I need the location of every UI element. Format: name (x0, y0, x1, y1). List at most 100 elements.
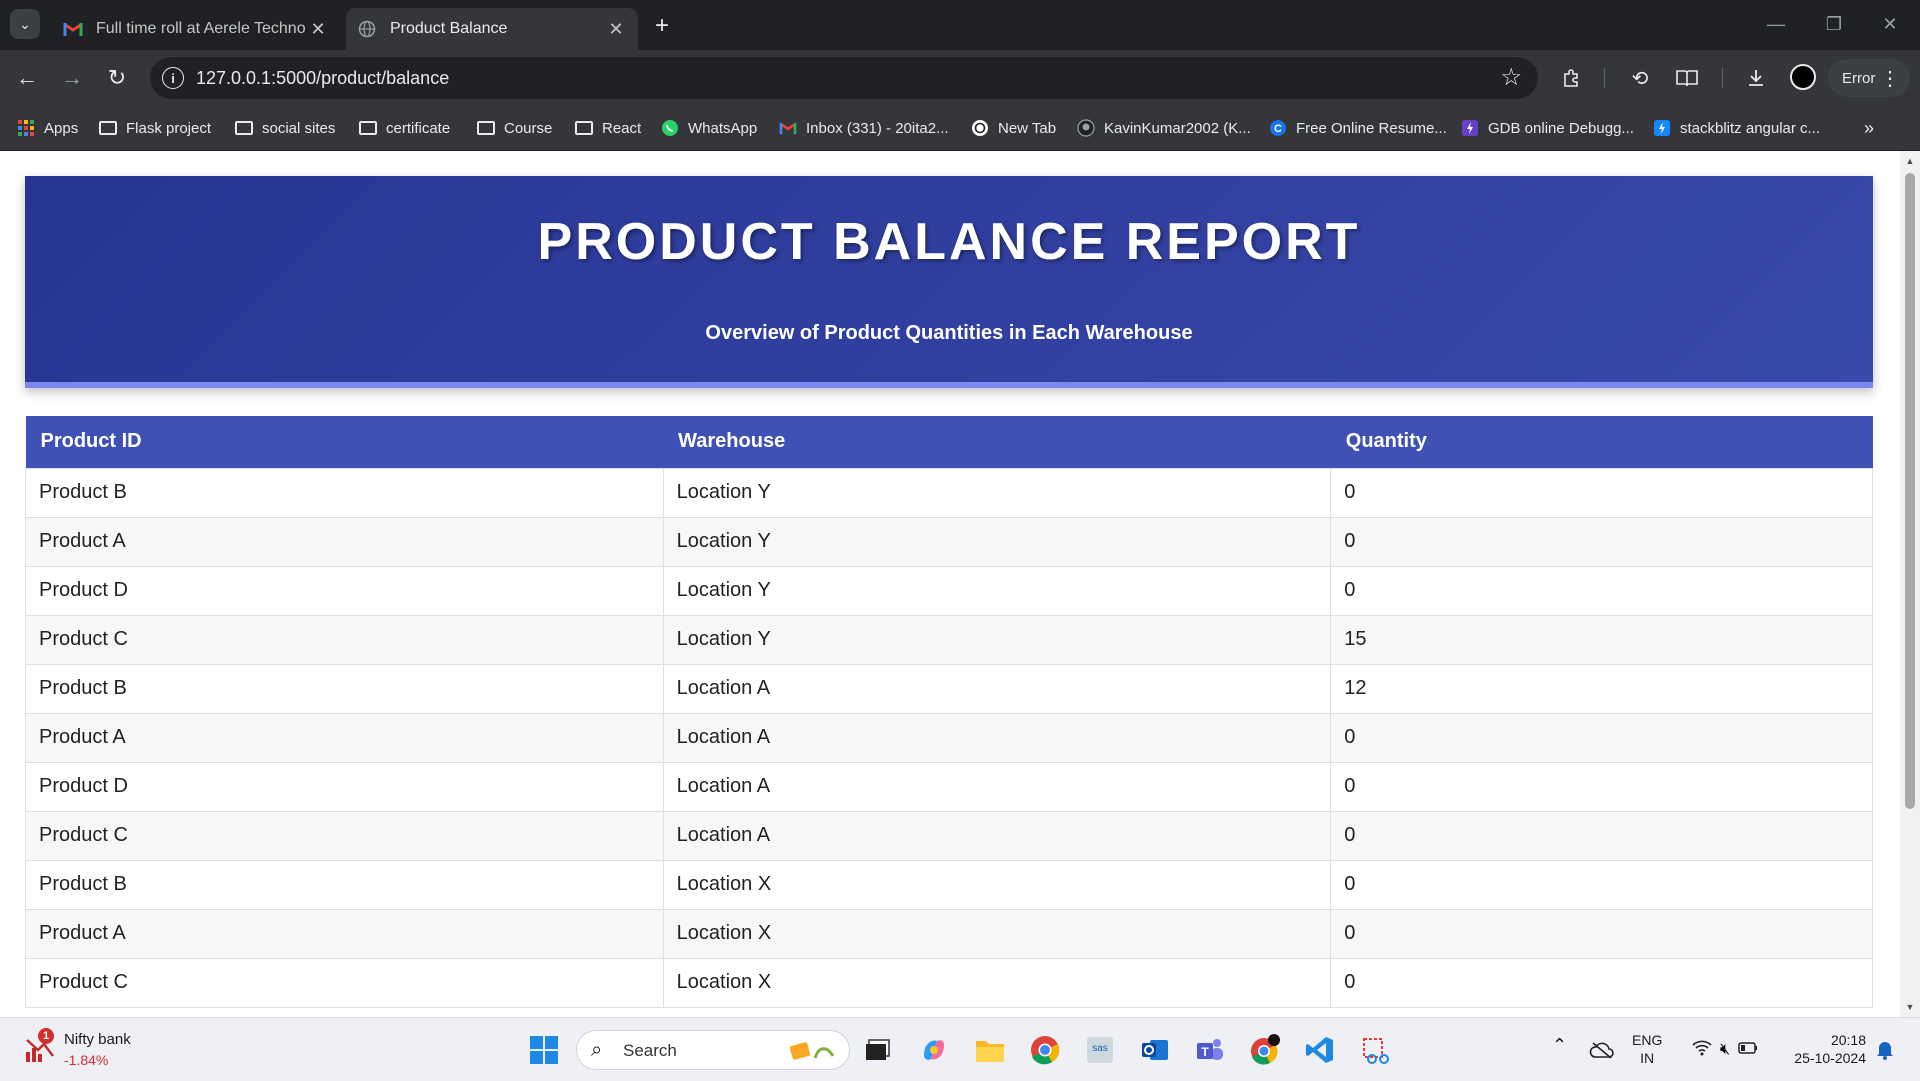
bookmark-course[interactable]: Course (476, 114, 552, 142)
bookmark-certificate[interactable]: certificate (358, 114, 450, 142)
profile-avatar[interactable] (1790, 64, 1816, 90)
address-bar[interactable]: i 127.0.0.1:5000/product/balance ☆ (150, 57, 1538, 99)
scrollbar-thumb[interactable] (1905, 173, 1915, 809)
copilot-icon[interactable] (916, 1032, 952, 1068)
bookmark-gdb[interactable]: GDB online Debugg... (1460, 114, 1634, 142)
clock-date: 25-10-2024 (1794, 1050, 1866, 1066)
bookmarks-bar: Apps Flask project social sites certific… (0, 106, 1920, 151)
teams-icon[interactable]: T (1192, 1032, 1228, 1068)
language-code: ENG (1632, 1032, 1663, 1048)
snipping-tool-icon[interactable] (1357, 1032, 1393, 1068)
column-header-product-id[interactable]: Product ID (25, 416, 664, 468)
cell-quantity: 0 (1330, 908, 1873, 959)
table-row: Product B Location Y 0 (25, 467, 1873, 518)
bookmark-social-sites[interactable]: social sites (234, 114, 335, 142)
svg-text:sas: sas (1092, 1043, 1108, 1054)
cell-warehouse: Location X (662, 908, 1332, 959)
file-explorer-icon[interactable] (972, 1032, 1008, 1068)
bookmark-resume[interactable]: C Free Online Resume... (1268, 114, 1447, 142)
gdb-icon (1460, 119, 1480, 137)
cell-warehouse: Location A (662, 712, 1332, 763)
chatgpt-icon (970, 119, 990, 137)
quick-settings[interactable]: 🔇︎ (1680, 1032, 1770, 1068)
bookmark-apps[interactable]: Apps (16, 114, 78, 142)
page-subtitle: Overview of Product Quantities in Each W… (705, 322, 1193, 344)
windows-taskbar: 1 Nifty bank -1.84% ⌕ Search sas T ⌃ ENG… (0, 1017, 1920, 1081)
minimize-icon[interactable]: — (1756, 8, 1796, 40)
outlook-icon[interactable] (1137, 1032, 1173, 1068)
reading-mode-icon[interactable] (1671, 62, 1703, 94)
info-icon[interactable]: i (162, 67, 184, 89)
chrome-icon[interactable] (1027, 1032, 1063, 1068)
tab-search-button[interactable]: ⌄ (10, 9, 40, 39)
bookmark-star-icon[interactable]: ☆ (1500, 63, 1522, 92)
download-icon[interactable] (1740, 62, 1772, 94)
task-view-icon[interactable] (860, 1032, 896, 1068)
table-row: Product A Location A 0 (25, 712, 1873, 763)
cell-quantity: 12 (1330, 663, 1873, 714)
scroll-down-icon[interactable]: ▼ (1900, 999, 1920, 1015)
bookmarks-overflow-icon[interactable]: » (1864, 114, 1874, 142)
back-button[interactable]: ← (10, 61, 44, 95)
onedrive-icon[interactable] (1584, 1032, 1620, 1068)
stock-widget-icon[interactable]: 1 (24, 1028, 60, 1068)
cell-product-id: Product C (25, 810, 664, 861)
system-clock[interactable]: 20:18 25-10-2024 (1782, 1031, 1866, 1067)
column-header-warehouse[interactable]: Warehouse (663, 416, 1331, 468)
cell-warehouse: Location A (662, 761, 1332, 812)
bookmark-inbox[interactable]: Inbox (331) - 20ita2... (778, 114, 949, 142)
extensions-icon[interactable] (1556, 62, 1588, 94)
vscode-icon[interactable] (1302, 1032, 1338, 1068)
cell-quantity: 0 (1330, 516, 1873, 567)
gmail-icon (778, 119, 798, 137)
bookmark-github[interactable]: KavinKumar2002 (K... (1076, 114, 1251, 142)
notification-bell-icon[interactable] (1870, 1032, 1900, 1068)
cell-product-id: Product C (25, 957, 664, 1008)
arrow-right-icon: → (61, 65, 83, 90)
bookmark-whatsapp[interactable]: WhatsApp (660, 114, 757, 142)
close-icon[interactable]: ✕ (306, 17, 330, 41)
widget-title[interactable]: Nifty bank (64, 1031, 131, 1049)
window-close-icon[interactable]: ✕ (1870, 8, 1910, 40)
bookmark-react[interactable]: React (574, 114, 641, 142)
bookmark-stackblitz[interactable]: stackblitz angular c... (1652, 114, 1820, 142)
apps-grid-icon (16, 119, 36, 137)
kebab-menu-icon[interactable]: ⋮ (1880, 66, 1900, 91)
windows-start-icon[interactable] (526, 1032, 562, 1068)
chrome-profile-icon[interactable] (1247, 1032, 1283, 1068)
bookmark-label: Course (504, 119, 553, 137)
bookmark-label: certificate (386, 119, 451, 137)
input-language[interactable]: ENG IN (1632, 1031, 1662, 1067)
url-text[interactable]: 127.0.0.1:5000/product/balance (196, 68, 449, 89)
reload-button[interactable]: ↻ (100, 61, 134, 95)
bookmark-label: stackblitz angular c... (1680, 119, 1821, 137)
cell-product-id: Product B (25, 663, 664, 714)
bookmark-new-tab[interactable]: New Tab (970, 114, 1056, 142)
folder-icon (358, 119, 378, 137)
taskbar-search[interactable]: ⌕ Search (576, 1030, 850, 1070)
show-hidden-icons-icon[interactable]: ⌃ (1552, 1036, 1567, 1054)
bookmark-label: New Tab (998, 119, 1057, 137)
history-icon[interactable]: ⟲ (1624, 62, 1656, 94)
product-balance-table: Product ID Warehouse Quantity Product B … (25, 416, 1873, 1008)
bookmark-flask-project[interactable]: Flask project (98, 114, 211, 142)
github-icon (1076, 119, 1096, 137)
table-header-row: Product ID Warehouse Quantity (25, 416, 1873, 468)
table-row: Product A Location Y 0 (25, 516, 1873, 567)
forward-button[interactable]: → (55, 61, 89, 95)
close-icon[interactable]: ✕ (604, 17, 628, 41)
cell-product-id: Product B (25, 859, 664, 910)
tab-gmail[interactable]: Full time roll at Aerele Technolo ✕ (52, 8, 340, 50)
new-tab-button[interactable]: + (648, 12, 676, 40)
vertical-scrollbar[interactable]: ▲ ▼ (1900, 151, 1920, 1017)
scroll-up-icon[interactable]: ▲ (1900, 153, 1920, 169)
page-title: PRODUCT BALANCE REPORT (537, 213, 1361, 271)
tab-product-balance[interactable]: Product Balance ✕ (346, 8, 638, 50)
sas-app-icon[interactable]: sas (1082, 1032, 1118, 1068)
restore-icon[interactable]: ❐ (1814, 8, 1854, 40)
cell-product-id: Product A (25, 516, 664, 567)
cell-warehouse: Location A (662, 810, 1332, 861)
error-button[interactable]: Error ⋮ (1828, 59, 1910, 97)
column-header-quantity[interactable]: Quantity (1330, 416, 1873, 468)
cell-product-id: Product A (25, 712, 664, 763)
